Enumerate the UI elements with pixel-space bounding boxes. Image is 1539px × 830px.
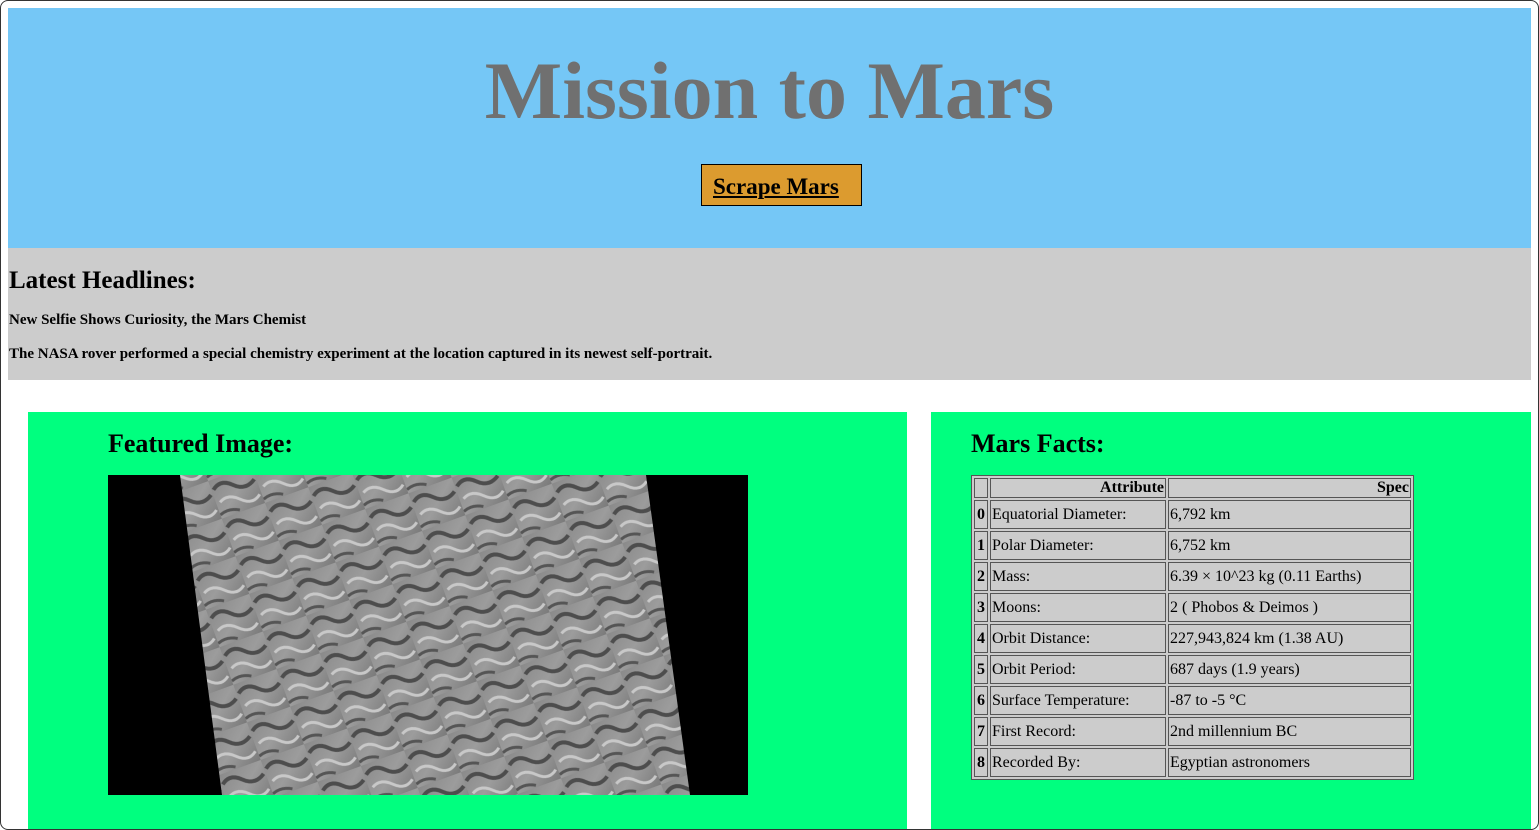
- spec-cell: -87 to -5 °C: [1168, 686, 1411, 715]
- row-index: 3: [974, 593, 988, 622]
- table-row: 7 First Record: 2nd millennium BC: [974, 717, 1411, 746]
- browser-page: Mission to Mars Scrape Mars Latest Headl…: [0, 0, 1539, 830]
- row-index: 0: [974, 500, 988, 529]
- spec-cell: 2 ( Phobos & Deimos ): [1168, 593, 1411, 622]
- spec-cell: Egyptian astronomers: [1168, 748, 1411, 777]
- row-index: 4: [974, 624, 988, 653]
- table-row: 1 Polar Diameter: 6,752 km: [974, 531, 1411, 560]
- table-row: 3 Moons: 2 ( Phobos & Deimos ): [974, 593, 1411, 622]
- table-header-row: Attribute Spec: [974, 478, 1411, 498]
- spec-cell: 687 days (1.9 years): [1168, 655, 1411, 684]
- news-paragraph: The NASA rover performed a special chemi…: [9, 346, 713, 362]
- attribute-cell: Equatorial Diameter:: [990, 500, 1166, 529]
- attribute-cell: Mass:: [990, 562, 1166, 591]
- mars-facts-table: Attribute Spec 0 Equatorial Diameter: 6,…: [971, 475, 1414, 780]
- row-index: 2: [974, 562, 988, 591]
- featured-image: [108, 475, 748, 795]
- row-index: 7: [974, 717, 988, 746]
- attribute-cell: Surface Temperature:: [990, 686, 1166, 715]
- row-index: 8: [974, 748, 988, 777]
- mars-facts-heading: Mars Facts:: [971, 429, 1105, 458]
- column-header-attribute: Attribute: [990, 478, 1166, 498]
- scrape-mars-button[interactable]: Scrape Mars: [701, 164, 862, 206]
- attribute-cell: First Record:: [990, 717, 1166, 746]
- spec-cell: 2nd millennium BC: [1168, 717, 1411, 746]
- spec-cell: 6,752 km: [1168, 531, 1411, 560]
- headlines-section: Latest Headlines: New Selfie Shows Curio…: [8, 248, 1531, 380]
- page-title: Mission to Mars: [484, 45, 1055, 136]
- spec-cell: 6.39 × 10^23 kg (0.11 Earths): [1168, 562, 1411, 591]
- header-banner: Mission to Mars Scrape Mars: [8, 8, 1531, 248]
- attribute-cell: Moons:: [990, 593, 1166, 622]
- table-row: 6 Surface Temperature: -87 to -5 °C: [974, 686, 1411, 715]
- attribute-cell: Polar Diameter:: [990, 531, 1166, 560]
- spec-cell: 6,792 km: [1168, 500, 1411, 529]
- featured-image-heading: Featured Image:: [108, 429, 294, 458]
- news-title: New Selfie Shows Curiosity, the Mars Che…: [9, 312, 307, 328]
- row-index: 5: [974, 655, 988, 684]
- attribute-cell: Orbit Distance:: [990, 624, 1166, 653]
- table-row: 4 Orbit Distance: 227,943,824 km (1.38 A…: [974, 624, 1411, 653]
- mars-facts-panel: Mars Facts: Attribute Spec 0 Equatorial …: [931, 412, 1531, 829]
- column-header-spec: Spec: [1168, 478, 1411, 498]
- spec-cell: 227,943,824 km (1.38 AU): [1168, 624, 1411, 653]
- table-row: 2 Mass: 6.39 × 10^23 kg (0.11 Earths): [974, 562, 1411, 591]
- table-row: 8 Recorded By: Egyptian astronomers: [974, 748, 1411, 777]
- featured-image-graphic: [108, 475, 748, 795]
- row-index: 6: [974, 686, 988, 715]
- attribute-cell: Recorded By:: [990, 748, 1166, 777]
- headlines-heading: Latest Headlines:: [9, 267, 196, 294]
- attribute-cell: Orbit Period:: [990, 655, 1166, 684]
- row-index: 1: [974, 531, 988, 560]
- table-row: 0 Equatorial Diameter: 6,792 km: [974, 500, 1411, 529]
- column-header-index: [974, 478, 988, 498]
- table-row: 5 Orbit Period: 687 days (1.9 years): [974, 655, 1411, 684]
- featured-image-panel: Featured Image:: [28, 412, 907, 829]
